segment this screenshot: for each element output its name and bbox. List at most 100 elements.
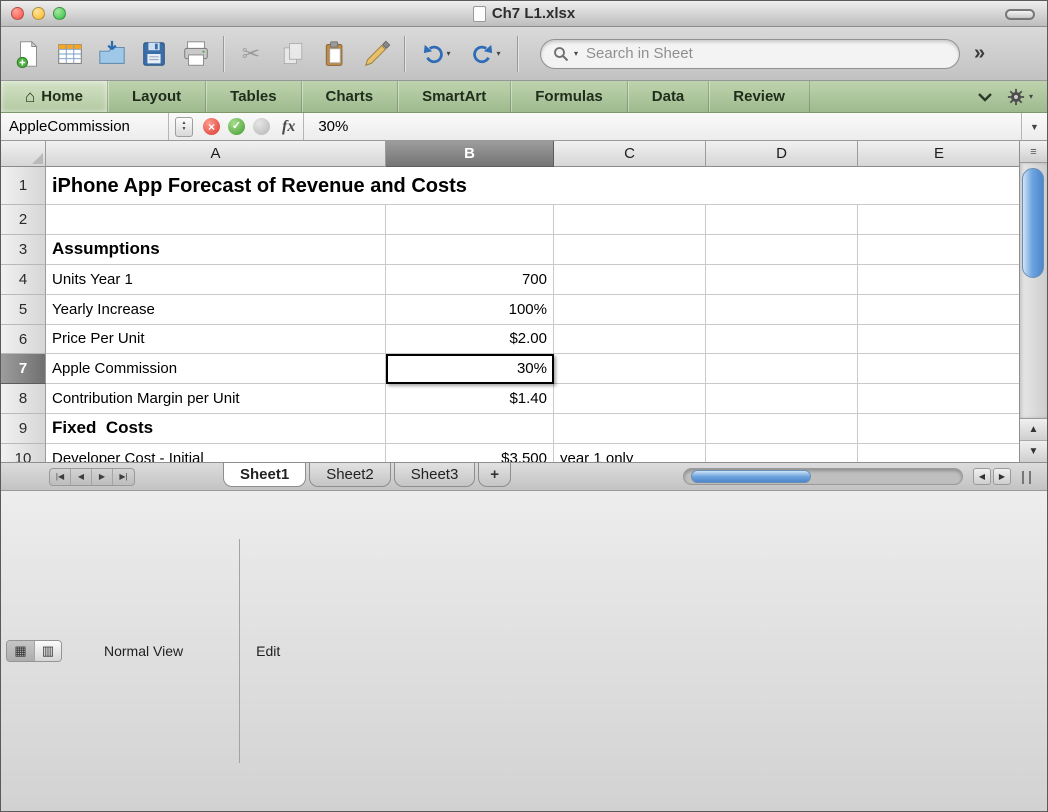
print-button[interactable]: [177, 33, 215, 75]
row-header-8[interactable]: 8: [1, 384, 46, 414]
cell-E9[interactable]: [858, 414, 1019, 444]
format-painter-button[interactable]: [358, 33, 396, 75]
horizontal-scrollbar[interactable]: [683, 467, 963, 485]
last-sheet-button[interactable]: ▶|: [113, 469, 134, 485]
ribbon-tab-home[interactable]: ⌂ Home: [1, 81, 108, 112]
cut-button[interactable]: ✂: [232, 33, 270, 75]
cell-B8[interactable]: $1.40: [386, 384, 554, 414]
ribbon-tab-review[interactable]: Review: [709, 81, 810, 112]
ribbon-tab-smartart[interactable]: SmartArt: [398, 81, 512, 112]
cell-A1[interactable]: iPhone App Forecast of Revenue and Costs: [46, 167, 1019, 205]
cell-B6[interactable]: $2.00: [386, 325, 554, 354]
cell-D6[interactable]: [706, 325, 858, 354]
paste-button[interactable]: [316, 33, 354, 75]
sheet-tab-sheet1[interactable]: Sheet1: [223, 462, 307, 487]
cell-B9[interactable]: [386, 414, 554, 444]
cell-E4[interactable]: [858, 265, 1019, 295]
cell-E7[interactable]: [858, 354, 1019, 384]
first-sheet-button[interactable]: |◀: [50, 468, 71, 485]
sheet-tab-sheet3[interactable]: Sheet3: [393, 462, 476, 487]
search-scope-chevron-icon[interactable]: ▾: [574, 49, 578, 58]
name-box[interactable]: AppleCommission: [1, 113, 169, 140]
scroll-down-button[interactable]: ▼: [1020, 439, 1047, 462]
row-header-7[interactable]: 7: [1, 354, 46, 384]
cell-E3[interactable]: [858, 235, 1019, 265]
row-header-10[interactable]: 10: [1, 444, 46, 462]
titlebar[interactable]: Ch7 L1.xlsx: [1, 1, 1047, 27]
ribbon-options-button[interactable]: ▾: [1007, 88, 1033, 106]
save-button[interactable]: [135, 33, 173, 75]
ribbon-tab-layout[interactable]: Layout: [108, 81, 207, 112]
row-header-3[interactable]: 3: [1, 235, 46, 265]
row-header-9[interactable]: 9: [1, 414, 46, 444]
vertical-scrollbar[interactable]: ≡ ▲ ▼: [1019, 141, 1047, 462]
cell-A7[interactable]: Apple Commission: [46, 354, 386, 384]
cell-D3[interactable]: [706, 235, 858, 265]
cell-B3[interactable]: [386, 235, 554, 265]
column-header-A[interactable]: A: [46, 141, 386, 167]
cell-D2[interactable]: [706, 205, 858, 235]
sheet-tab-sheet2[interactable]: Sheet2: [309, 462, 391, 487]
close-button[interactable]: [11, 7, 24, 20]
page-layout-view-button[interactable]: ▥: [34, 640, 61, 661]
previous-sheet-button[interactable]: ◀: [71, 468, 92, 485]
collapse-ribbon-chevron-icon[interactable]: [977, 92, 993, 102]
cell-A2[interactable]: [46, 205, 386, 235]
cell-C8[interactable]: [554, 384, 706, 414]
new-workbook-button[interactable]: [9, 33, 47, 75]
cell-C7[interactable]: [554, 354, 706, 384]
insert-function-icon[interactable]: fx: [282, 118, 295, 136]
row-header-1[interactable]: 1: [1, 167, 46, 205]
cell-A9[interactable]: Fixed Costs: [46, 414, 386, 444]
row-header-4[interactable]: 4: [1, 265, 46, 295]
cell-D7[interactable]: [706, 354, 858, 384]
zoom-button[interactable]: [53, 7, 66, 20]
search-input[interactable]: ▾ Search in Sheet: [540, 38, 960, 69]
vertical-scroll-thumb[interactable]: [1022, 168, 1044, 278]
normal-view-button[interactable]: ▦: [7, 640, 34, 661]
ribbon-tab-tables[interactable]: Tables: [206, 81, 302, 112]
cell-C4[interactable]: [554, 265, 706, 295]
scrollbar-split-button[interactable]: ≡: [1020, 141, 1047, 163]
cell-D10[interactable]: [706, 444, 858, 462]
cell-A5[interactable]: Yearly Increase: [46, 295, 386, 325]
vertical-scroll-track[interactable]: [1020, 163, 1047, 418]
undo-button[interactable]: ▾: [413, 33, 459, 75]
table-button[interactable]: [51, 33, 89, 75]
cell-E10[interactable]: [858, 444, 1019, 462]
cell-C10[interactable]: year 1 only: [554, 444, 706, 462]
redo-button[interactable]: ▾: [463, 33, 509, 75]
column-header-C[interactable]: C: [554, 141, 706, 167]
cell-B10[interactable]: $3,500: [386, 444, 554, 462]
cell-B4[interactable]: 700: [386, 265, 554, 295]
scroll-left-button[interactable]: ◀: [973, 467, 991, 485]
add-sheet-button[interactable]: +: [478, 462, 512, 487]
ribbon-tab-charts[interactable]: Charts: [302, 81, 399, 112]
cell-E6[interactable]: [858, 325, 1019, 354]
open-button[interactable]: [93, 33, 131, 75]
cell-C5[interactable]: [554, 295, 706, 325]
cell-A6[interactable]: Price Per Unit: [46, 325, 386, 354]
cell-B5[interactable]: 100%: [386, 295, 554, 325]
cell-D8[interactable]: [706, 384, 858, 414]
scroll-right-button[interactable]: ▶: [993, 467, 1011, 485]
cell-C6[interactable]: [554, 325, 706, 354]
cell-C3[interactable]: [554, 235, 706, 265]
formula-input[interactable]: 30%: [304, 118, 1021, 135]
row-header-2[interactable]: 2: [1, 205, 46, 235]
column-header-B[interactable]: B: [386, 141, 554, 167]
row-header-5[interactable]: 5: [1, 295, 46, 325]
copy-button[interactable]: [274, 33, 312, 75]
select-all-corner[interactable]: [1, 141, 46, 167]
toolbar-toggle-pill[interactable]: [1005, 9, 1035, 20]
column-header-D[interactable]: D: [706, 141, 858, 167]
cell-D5[interactable]: [706, 295, 858, 325]
name-box-stepper[interactable]: ▲ ▼: [175, 116, 193, 137]
row-header-6[interactable]: 6: [1, 325, 46, 354]
cell-A10[interactable]: Developer Cost - Initial: [46, 444, 386, 462]
split-handle-icon[interactable]: [1022, 470, 1031, 484]
cell-E8[interactable]: [858, 384, 1019, 414]
minimize-button[interactable]: [32, 7, 45, 20]
cell-B2[interactable]: [386, 205, 554, 235]
scroll-up-button[interactable]: ▲: [1020, 418, 1047, 440]
